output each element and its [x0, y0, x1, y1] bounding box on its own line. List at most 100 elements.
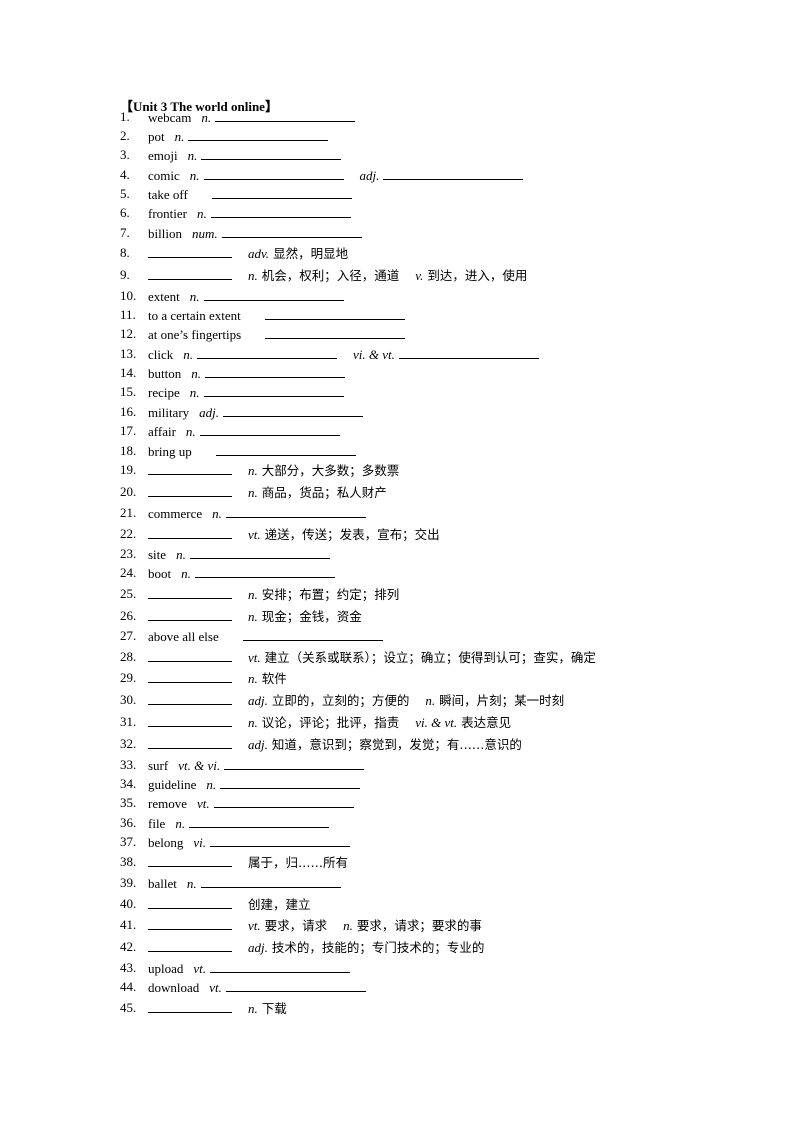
answer-blank[interactable]	[148, 525, 232, 539]
answer-blank[interactable]	[203, 383, 344, 397]
item-body: n. 大部分，大多数；多数票	[148, 461, 415, 480]
part-of-speech: n.	[248, 485, 258, 500]
part-of-speech: adj.	[199, 405, 220, 420]
answer-blank[interactable]	[265, 325, 406, 339]
english-term: commerce	[148, 506, 203, 521]
item-number: 27.	[120, 628, 137, 643]
english-term: affair	[148, 424, 176, 439]
answer-blank[interactable]	[215, 442, 356, 456]
answer-blank[interactable]	[211, 185, 352, 199]
chinese-meaning: 建立（关系或联系）；设立；确立；使得到认可；查实，确定	[264, 650, 596, 665]
item-body: commerce n.	[148, 504, 382, 523]
answer-blank[interactable]	[148, 938, 232, 952]
answer-blank[interactable]	[148, 607, 232, 621]
answer-blank[interactable]	[242, 627, 383, 641]
chinese-meaning: 创建，建立	[248, 897, 311, 912]
answer-blank[interactable]	[148, 461, 232, 475]
english-term: military	[148, 405, 190, 420]
item-number: 14.	[120, 365, 137, 380]
item-body: boot n.	[148, 564, 351, 583]
chinese-meaning: 要求，请求	[264, 918, 328, 933]
item-number: 16.	[120, 404, 137, 419]
item-number: 11.	[120, 307, 136, 322]
english-term: boot	[148, 566, 172, 581]
answer-blank[interactable]	[148, 895, 232, 909]
item-body: 创建，建立	[148, 895, 327, 914]
answer-blank[interactable]	[224, 756, 365, 770]
answer-blank[interactable]	[203, 166, 344, 180]
answer-blank[interactable]	[189, 814, 330, 828]
item-body: n. 现金；金钱，资金	[148, 607, 378, 626]
answer-blank[interactable]	[148, 916, 232, 930]
answer-blank[interactable]	[200, 874, 341, 888]
english-term: remove	[148, 796, 187, 811]
item-body: 属于，归……所有	[148, 853, 364, 872]
part-of-speech: n.	[181, 566, 191, 581]
item-number: 31.	[120, 714, 137, 729]
part-of-speech: n.	[189, 385, 200, 400]
answer-blank[interactable]	[203, 287, 344, 301]
part-of-speech: adj.	[248, 693, 268, 708]
chinese-meaning: 表达意见	[461, 715, 512, 730]
answer-blank[interactable]	[148, 691, 232, 705]
answer-blank[interactable]	[225, 504, 366, 518]
chinese-meaning: 显然，明显地	[273, 246, 349, 261]
answer-blank[interactable]	[264, 306, 405, 320]
english-term: upload	[148, 961, 184, 976]
answer-blank[interactable]	[188, 127, 329, 141]
item-number: 4.	[120, 167, 130, 182]
part-of-speech: n.	[186, 876, 197, 891]
answer-blank[interactable]	[213, 794, 354, 808]
answer-blank[interactable]	[383, 166, 524, 180]
item-number: 12.	[120, 326, 137, 341]
answer-blank[interactable]	[194, 564, 335, 578]
answer-blank[interactable]	[148, 669, 232, 683]
item-number: 30.	[120, 692, 137, 707]
answer-blank[interactable]	[197, 345, 338, 359]
answer-blank[interactable]	[189, 545, 330, 559]
answer-blank[interactable]	[210, 204, 351, 218]
answer-blank[interactable]	[199, 422, 340, 436]
answer-blank[interactable]	[148, 244, 232, 258]
answer-blank[interactable]	[148, 853, 232, 867]
answer-blank[interactable]	[204, 364, 345, 378]
chinese-meaning: 机会，权利；入径，通道	[261, 268, 400, 283]
part-of-speech: n.	[248, 671, 258, 686]
part-of-speech: n.	[201, 110, 212, 125]
answer-blank[interactable]	[148, 483, 232, 497]
answer-blank[interactable]	[210, 833, 351, 847]
answer-blank[interactable]	[148, 713, 232, 727]
part-of-speech: n.	[189, 289, 200, 304]
answer-blank[interactable]	[220, 775, 361, 789]
answer-blank[interactable]	[223, 403, 364, 417]
item-body: download vt.	[148, 978, 382, 997]
answer-blank[interactable]	[148, 735, 232, 749]
part-of-speech: n.	[187, 148, 198, 163]
answer-blank[interactable]	[215, 108, 356, 122]
item-body: pot n.	[148, 127, 344, 146]
part-of-speech: vt.	[248, 918, 261, 933]
answer-blank[interactable]	[148, 585, 232, 599]
english-term: billion	[148, 226, 182, 241]
answer-blank[interactable]	[148, 648, 232, 662]
part-of-speech: adj.	[248, 940, 268, 955]
answer-blank[interactable]	[210, 959, 351, 973]
answer-blank[interactable]	[148, 266, 232, 280]
item-body: military adj.	[148, 403, 379, 422]
answer-blank[interactable]	[148, 999, 232, 1013]
item-number: 28.	[120, 649, 137, 664]
answer-blank[interactable]	[201, 146, 342, 160]
answer-blank[interactable]	[225, 978, 366, 992]
english-term: site	[148, 547, 167, 562]
answer-blank[interactable]	[221, 224, 362, 238]
item-number: 2.	[120, 128, 130, 143]
item-body: adj. 立即的，立刻的；方便的 n. 瞬间，片刻；某一时刻	[148, 691, 580, 710]
answer-blank[interactable]	[398, 345, 539, 359]
english-term: comic	[148, 168, 180, 183]
english-term: frontier	[148, 206, 187, 221]
part-of-speech: v.	[415, 268, 424, 283]
item-number: 8.	[120, 245, 130, 260]
english-term: file	[148, 816, 166, 831]
english-term: ballet	[148, 876, 177, 891]
item-number: 42.	[120, 939, 137, 954]
